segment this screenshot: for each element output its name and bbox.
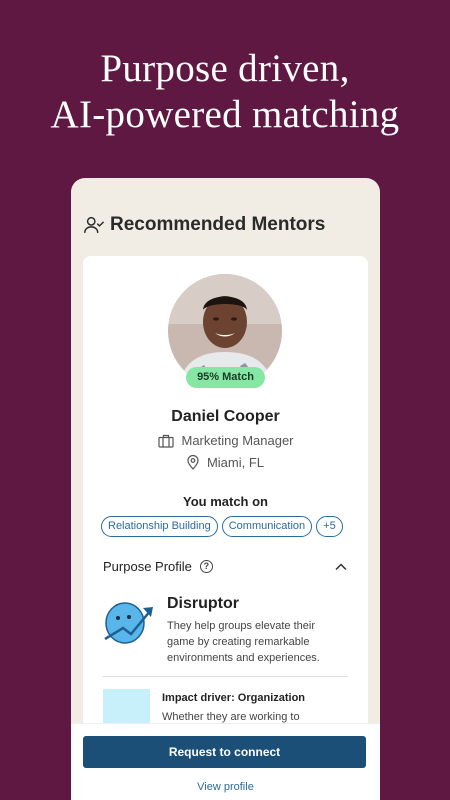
mentor-role-row: Marketing Manager: [83, 433, 368, 448]
match-on-label: You match on: [183, 494, 268, 509]
mentor-name: Daniel Cooper: [171, 408, 280, 425]
headline-line-1: Purpose driven,: [100, 47, 350, 90]
location-pin-icon: [187, 455, 199, 470]
view-profile-link[interactable]: View profile: [71, 781, 380, 793]
phone-screen: Recommended Mentors 95% Match Daniel Coo…: [71, 178, 380, 800]
chip-communication[interactable]: Communication: [221, 516, 313, 537]
section-header: Recommended Mentors: [83, 214, 325, 236]
purpose-type-description: They help groups elevate their game by c…: [167, 620, 320, 664]
divider: [103, 676, 348, 677]
match-chips: Relationship Building Communication +5: [101, 516, 343, 537]
section-title: Recommended Mentors: [110, 214, 326, 235]
action-bar: Request to connect View profile: [71, 723, 380, 800]
request-connect-button[interactable]: Request to connect: [83, 736, 366, 768]
mentor-location: Miami, FL: [206, 455, 265, 470]
impact-driver-title: Impact driver: Organization: [162, 692, 306, 704]
headline: Purpose driven, AI-powered matching: [0, 46, 450, 138]
briefcase-icon: [157, 434, 174, 448]
chip-more[interactable]: +5: [316, 516, 343, 537]
purpose-type-title: Disruptor: [167, 595, 239, 612]
mentor-role: Marketing Manager: [181, 433, 294, 448]
chip-relationship-building[interactable]: Relationship Building: [101, 516, 218, 537]
headline-line-2: AI-powered matching: [50, 93, 400, 136]
impact-driver-description: Whether they are working to: [162, 711, 300, 723]
mentor-card[interactable]: 95% Match Daniel Cooper Marketing Manage…: [83, 256, 368, 776]
match-badge: 95% Match: [186, 367, 265, 388]
help-icon[interactable]: ?: [199, 560, 213, 573]
purpose-profile-title: Purpose Profile: [103, 559, 192, 574]
chevron-up-icon[interactable]: [334, 560, 348, 574]
purpose-profile-header[interactable]: Purpose Profile ?: [103, 559, 348, 574]
disruptor-illustration: [104, 602, 153, 644]
user-check-icon: [84, 216, 104, 234]
mentor-location-row: Miami, FL: [83, 455, 368, 470]
